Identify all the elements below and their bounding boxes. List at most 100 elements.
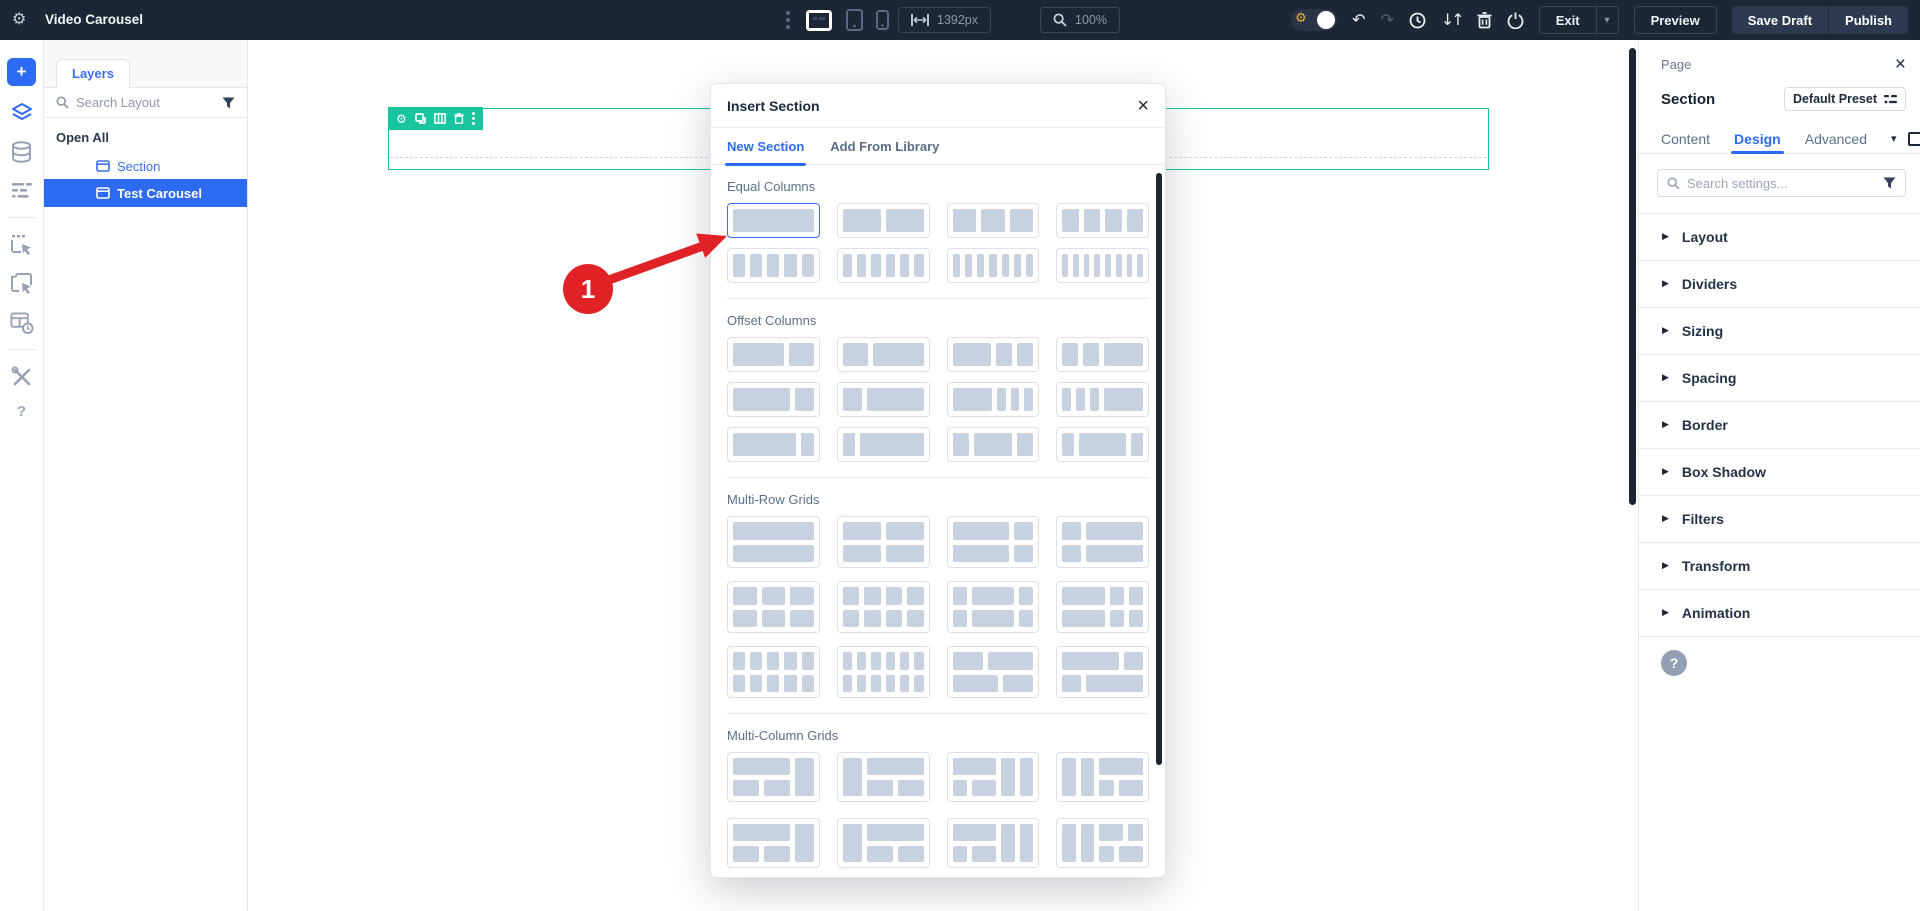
undo-icon[interactable]: ↶ xyxy=(1352,12,1365,28)
layout-option[interactable] xyxy=(837,581,930,633)
structure-rows-icon[interactable] xyxy=(10,179,34,203)
layout-option[interactable] xyxy=(1056,516,1149,568)
layout-option[interactable] xyxy=(947,752,1040,802)
layer-item-test-carousel[interactable]: Test Carousel xyxy=(44,179,247,207)
help-icon[interactable]: ? xyxy=(17,403,26,420)
add-element-button[interactable]: + xyxy=(7,58,36,86)
tabs-dropdown-caret[interactable]: ▾ xyxy=(1891,132,1897,145)
panel-close-icon[interactable]: × xyxy=(1895,55,1906,74)
accordion-item-filters[interactable]: ▶Filters xyxy=(1639,496,1920,543)
tab-advanced[interactable]: Advanced xyxy=(1805,124,1867,153)
filter-funnel-icon[interactable] xyxy=(1883,177,1896,189)
layout-option[interactable] xyxy=(837,337,930,372)
layout-option[interactable] xyxy=(947,516,1040,568)
layout-option[interactable] xyxy=(727,818,820,868)
layout-option[interactable] xyxy=(947,382,1040,417)
layout-option[interactable] xyxy=(947,646,1040,698)
accordion-item-border[interactable]: ▶Border xyxy=(1639,402,1920,449)
layout-option[interactable] xyxy=(947,248,1040,283)
filter-funnel-icon[interactable] xyxy=(222,97,235,109)
layout-option[interactable] xyxy=(727,248,820,283)
exit-button[interactable]: Exit ▾ xyxy=(1539,6,1619,34)
duplicate-icon[interactable] xyxy=(415,113,426,124)
layout-option[interactable] xyxy=(727,581,820,633)
tab-add-from-library[interactable]: Add From Library xyxy=(830,128,939,164)
layout-option[interactable] xyxy=(1056,337,1149,372)
layout-option[interactable] xyxy=(727,646,820,698)
layout-option[interactable] xyxy=(947,581,1040,633)
layout-option[interactable] xyxy=(837,427,930,462)
desktop-breakpoint-icon[interactable] xyxy=(805,8,833,32)
breakpoint-rect-icon[interactable] xyxy=(1908,132,1920,146)
layout-option[interactable] xyxy=(837,382,930,417)
canvas-zoom-control[interactable]: 100% xyxy=(1040,7,1120,33)
layout-option[interactable] xyxy=(727,516,820,568)
accordion-item-transform[interactable]: ▶Transform xyxy=(1639,543,1920,590)
layout-option[interactable] xyxy=(727,203,820,238)
default-preset-button[interactable]: Default Preset xyxy=(1784,87,1906,111)
exit-dropdown-caret[interactable]: ▾ xyxy=(1596,7,1618,33)
tools-icon[interactable] xyxy=(10,365,34,389)
layout-option[interactable] xyxy=(947,337,1040,372)
layout-option[interactable] xyxy=(837,203,930,238)
tab-new-section[interactable]: New Section xyxy=(727,128,804,164)
breakpoint-menu-dots-icon[interactable] xyxy=(786,11,790,29)
layout-option[interactable] xyxy=(837,248,930,283)
accordion-item-sizing[interactable]: ▶Sizing xyxy=(1639,308,1920,355)
accordion-item-dividers[interactable]: ▶Dividers xyxy=(1639,261,1920,308)
import-export-icon[interactable]: ↓↑ xyxy=(1441,12,1462,28)
accordion-item-layout[interactable]: ▶Layout xyxy=(1639,214,1920,261)
selector-element-icon[interactable] xyxy=(10,233,34,257)
modal-close-icon[interactable]: × xyxy=(1137,96,1149,116)
tab-content[interactable]: Content xyxy=(1661,124,1710,153)
redo-icon[interactable]: ↷ xyxy=(1380,12,1393,28)
accordion-item-spacing[interactable]: ▶Spacing xyxy=(1639,355,1920,402)
columns-icon[interactable] xyxy=(434,113,446,124)
table-history-icon[interactable] xyxy=(10,311,34,335)
layout-option[interactable] xyxy=(1056,427,1149,462)
right-panel-scrollbar[interactable] xyxy=(1629,48,1636,505)
layout-option[interactable] xyxy=(837,818,930,868)
layers-icon[interactable] xyxy=(10,101,34,125)
layout-option[interactable] xyxy=(1056,382,1149,417)
builder-settings-gear-icon[interactable]: ⚙ xyxy=(12,9,26,28)
layout-option[interactable] xyxy=(1056,248,1149,283)
layout-option[interactable] xyxy=(1056,646,1149,698)
layout-option[interactable] xyxy=(727,382,820,417)
layout-option[interactable] xyxy=(837,646,930,698)
open-all-button[interactable]: Open All xyxy=(44,118,247,153)
tab-design[interactable]: Design xyxy=(1734,124,1781,153)
layout-option[interactable] xyxy=(837,516,930,568)
mobile-breakpoint-icon[interactable] xyxy=(868,8,896,32)
layout-option[interactable] xyxy=(947,427,1040,462)
save-draft-button[interactable]: Save Draft xyxy=(1732,6,1828,34)
tablet-breakpoint-icon[interactable] xyxy=(840,8,868,32)
settings-search-input[interactable] xyxy=(1687,176,1876,191)
design-mode-toggle[interactable]: ⚙ xyxy=(1291,9,1337,31)
history-clock-icon[interactable] xyxy=(1409,12,1426,29)
layers-search-input[interactable] xyxy=(76,95,215,110)
layout-option[interactable] xyxy=(947,818,1040,868)
section-more-dots-icon[interactable] xyxy=(472,112,475,125)
database-icon[interactable] xyxy=(10,140,34,164)
layout-option[interactable] xyxy=(727,337,820,372)
layout-option[interactable] xyxy=(1056,581,1149,633)
layer-item-section[interactable]: Section xyxy=(44,153,247,179)
layout-option[interactable] xyxy=(1056,203,1149,238)
layout-option[interactable] xyxy=(727,752,820,802)
layout-option[interactable] xyxy=(1056,818,1149,868)
section-settings-gear-icon[interactable]: ⚙ xyxy=(396,112,407,126)
publish-button[interactable]: Publish xyxy=(1829,6,1908,34)
layout-option[interactable] xyxy=(947,203,1040,238)
trash-icon[interactable] xyxy=(1477,12,1492,29)
panel-help-badge[interactable]: ? xyxy=(1661,650,1687,676)
modal-scrollbar[interactable] xyxy=(1156,173,1162,765)
layout-option[interactable] xyxy=(727,427,820,462)
selector-global-icon[interactable] xyxy=(10,272,34,296)
layout-option[interactable] xyxy=(837,752,930,802)
accordion-item-animation[interactable]: ▶Animation xyxy=(1639,590,1920,637)
tab-layers[interactable]: Layers xyxy=(56,59,130,88)
delete-icon[interactable] xyxy=(454,113,464,124)
preview-button[interactable]: Preview xyxy=(1634,6,1717,34)
canvas-width-control[interactable]: 1392px xyxy=(898,7,991,33)
